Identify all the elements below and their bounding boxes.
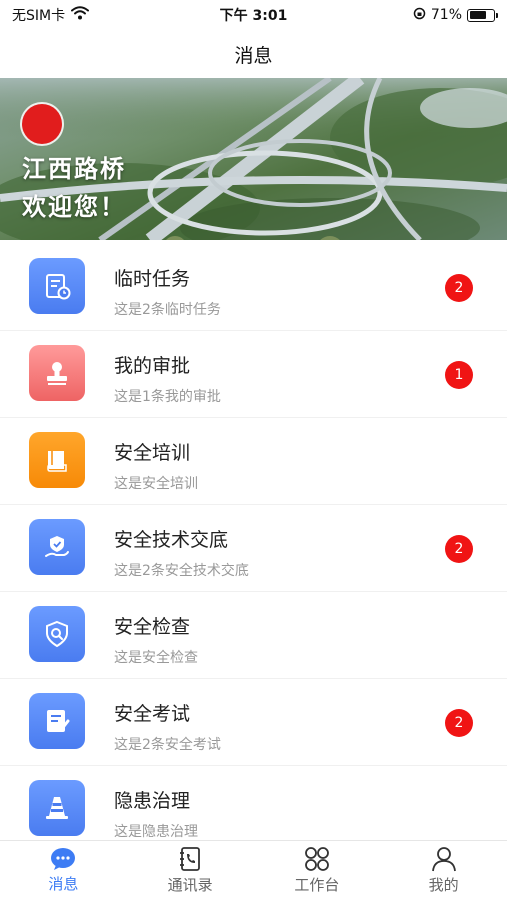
shield-hand-icon <box>29 519 85 575</box>
list-item-safety-exam[interactable]: 安全考试 这是2条安全考试 2 <box>0 679 507 766</box>
tab-label: 消息 <box>48 875 79 893</box>
battery-percent: 71% <box>430 7 462 23</box>
welcome-banner[interactable]: 江西路桥 欢迎您！ <box>0 78 507 240</box>
unread-badge: 2 <box>445 709 473 737</box>
list-item-hazard-governance[interactable]: 隐患治理 这是隐患治理 <box>0 766 507 840</box>
tab-label: 我的 <box>428 876 459 894</box>
tab-messages[interactable]: 消息 <box>0 841 127 900</box>
banner-line-1: 江西路桥 <box>22 155 126 183</box>
message-title: 隐患治理 <box>114 790 191 812</box>
message-list: 临时任务 这是2条临时任务 2 我的审批 这是1条我的审批 1 安全培训 这是安… <box>0 244 507 840</box>
list-item-safety-inspection[interactable]: 安全检查 这是安全检查 <box>0 592 507 679</box>
unread-badge: 2 <box>445 274 473 302</box>
battery-icon <box>467 8 498 22</box>
list-item-temporary-task[interactable]: 临时任务 这是2条临时任务 2 <box>0 244 507 331</box>
user-icon <box>431 846 457 872</box>
list-item-safety-training[interactable]: 安全培训 这是安全培训 <box>0 418 507 505</box>
orientation-lock-icon <box>413 7 426 24</box>
nav-bar: 消息 <box>0 30 507 78</box>
message-title: 我的审批 <box>114 355 191 377</box>
message-title: 安全培训 <box>114 442 191 464</box>
message-subtitle: 这是安全检查 <box>114 650 198 666</box>
message-subtitle: 这是安全培训 <box>114 476 198 492</box>
traffic-cone-icon <box>29 780 85 836</box>
wifi-icon <box>71 6 90 24</box>
stamp-icon <box>29 345 85 401</box>
bottom-tab-bar: 消息 通讯录 工作台 我的 <box>0 840 507 900</box>
jiangxi-road-bridge-logo <box>22 104 62 144</box>
status-bar: 无SIM卡 下午 3:01 71% <box>0 0 507 30</box>
message-subtitle: 这是2条临时任务 <box>114 302 221 318</box>
book-icon <box>29 432 85 488</box>
message-subtitle: 这是隐患治理 <box>114 824 198 840</box>
message-title: 安全技术交底 <box>114 529 229 551</box>
grid-circles-icon <box>304 846 330 872</box>
tab-workbench[interactable]: 工作台 <box>254 841 381 900</box>
tab-label: 通讯录 <box>167 876 213 894</box>
page-title: 消息 <box>234 44 273 67</box>
unread-badge: 1 <box>445 361 473 389</box>
list-item-safety-tech-briefing[interactable]: 安全技术交底 这是2条安全技术交底 2 <box>0 505 507 592</box>
banner-line-2: 欢迎您！ <box>22 193 126 221</box>
tab-mine[interactable]: 我的 <box>380 841 507 900</box>
list-item-my-approval[interactable]: 我的审批 这是1条我的审批 1 <box>0 331 507 418</box>
message-subtitle: 这是2条安全考试 <box>114 737 221 753</box>
chat-bubble-icon <box>50 847 76 871</box>
message-title: 临时任务 <box>114 268 191 290</box>
contacts-book-icon <box>177 846 203 872</box>
message-title: 安全检查 <box>114 616 191 638</box>
shield-search-icon <box>29 606 85 662</box>
message-subtitle: 这是1条我的审批 <box>114 389 221 405</box>
tab-label: 工作台 <box>294 876 340 894</box>
message-subtitle: 这是2条安全技术交底 <box>114 563 249 579</box>
tab-contacts[interactable]: 通讯录 <box>127 841 254 900</box>
unread-badge: 2 <box>445 535 473 563</box>
carrier-label: 无SIM卡 <box>12 8 66 24</box>
exam-paper-icon <box>29 693 85 749</box>
clipboard-clock-icon <box>29 258 85 314</box>
message-title: 安全考试 <box>114 703 191 725</box>
